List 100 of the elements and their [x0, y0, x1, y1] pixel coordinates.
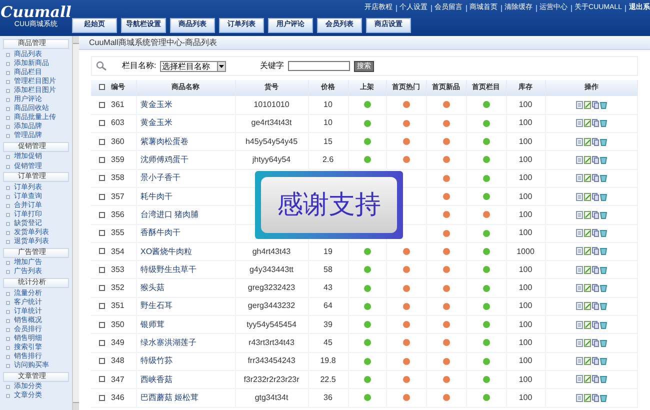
document-icon[interactable] — [576, 394, 583, 402]
copy-icon[interactable] — [592, 357, 599, 366]
product-name-link[interactable]: XO酱烧牛肉粒 — [140, 246, 192, 256]
check-icon[interactable] — [482, 358, 490, 365]
edit-icon[interactable] — [584, 192, 591, 201]
trash-icon[interactable] — [600, 247, 607, 256]
document-icon[interactable] — [576, 138, 583, 146]
edit-icon[interactable] — [584, 320, 591, 329]
check-icon[interactable] — [364, 394, 370, 402]
edit-icon[interactable] — [584, 302, 591, 310]
check-icon[interactable] — [482, 138, 490, 146]
minus-icon[interactable] — [442, 230, 450, 237]
check-icon[interactable] — [482, 266, 490, 274]
edit-icon[interactable] — [584, 119, 591, 128]
checkbox[interactable] — [99, 248, 105, 254]
product-name-link[interactable]: 西峡香菇 — [140, 374, 172, 384]
copy-icon[interactable] — [592, 375, 599, 384]
product-name-link[interactable]: 黄金玉米 — [140, 118, 172, 128]
document-icon[interactable] — [576, 174, 583, 182]
trash-icon[interactable] — [600, 375, 607, 384]
copy-icon[interactable] — [592, 138, 599, 146]
trash-icon[interactable] — [600, 357, 607, 366]
check-icon[interactable] — [482, 339, 490, 346]
edit-icon[interactable] — [584, 156, 591, 164]
checkbox[interactable] — [99, 175, 105, 182]
minus-icon[interactable] — [442, 302, 450, 310]
edit-icon[interactable] — [584, 394, 591, 402]
copy-icon[interactable] — [592, 156, 599, 164]
document-icon[interactable] — [576, 247, 583, 256]
scrollbar[interactable] — [72, 36, 79, 410]
document-icon[interactable] — [576, 210, 583, 219]
minus-icon[interactable] — [402, 101, 410, 108]
minus-icon[interactable] — [402, 339, 410, 346]
checkbox[interactable] — [99, 120, 105, 126]
product-name-link[interactable]: 野生石耳 — [140, 301, 172, 310]
edit-icon[interactable] — [584, 100, 591, 109]
minus-icon[interactable] — [442, 174, 450, 182]
copy-icon[interactable] — [592, 210, 599, 219]
checkbox[interactable] — [99, 285, 105, 291]
edit-icon[interactable] — [584, 138, 591, 146]
copy-icon[interactable] — [592, 100, 599, 109]
product-name-link[interactable]: 沈师傅鸡蛋干 — [140, 155, 188, 164]
copy-icon[interactable] — [592, 338, 599, 347]
product-name-link[interactable]: 特级野生虫草干 — [140, 264, 196, 274]
checkbox[interactable] — [99, 212, 105, 218]
checkbox[interactable] — [99, 230, 105, 236]
minus-icon[interactable] — [442, 321, 450, 328]
document-icon[interactable] — [576, 338, 583, 347]
document-icon[interactable] — [576, 284, 583, 292]
edit-icon[interactable] — [584, 229, 591, 238]
minus-icon[interactable] — [402, 284, 410, 292]
document-icon[interactable] — [576, 156, 583, 164]
checkbox[interactable] — [99, 376, 105, 382]
document-icon[interactable] — [576, 229, 583, 238]
document-icon[interactable] — [576, 357, 583, 366]
minus-icon[interactable] — [442, 120, 450, 127]
minus-icon[interactable] — [442, 248, 450, 255]
check-icon[interactable] — [482, 156, 490, 164]
check-icon[interactable] — [482, 248, 490, 255]
product-name-link[interactable]: 香酥牛肉干 — [140, 228, 180, 238]
copy-icon[interactable] — [592, 119, 599, 128]
document-icon[interactable] — [576, 119, 583, 128]
product-name-link[interactable]: 猴头菇 — [140, 283, 164, 292]
check-icon[interactable] — [482, 302, 490, 310]
copy-icon[interactable] — [592, 320, 599, 329]
trash-icon[interactable] — [600, 302, 607, 310]
check-icon[interactable] — [482, 376, 490, 383]
minus-icon[interactable] — [402, 394, 410, 402]
minus-icon[interactable] — [402, 248, 410, 255]
minus-icon[interactable] — [402, 266, 410, 274]
trash-icon[interactable] — [600, 394, 607, 402]
check-icon[interactable] — [364, 266, 370, 274]
minus-icon[interactable] — [442, 101, 450, 108]
keyword-field[interactable] — [288, 61, 350, 71]
checkbox[interactable] — [99, 394, 105, 401]
check-icon[interactable] — [364, 321, 370, 328]
checkbox[interactable] — [99, 358, 105, 364]
edit-icon[interactable] — [584, 210, 591, 219]
minus-icon[interactable] — [442, 376, 450, 383]
minus-icon[interactable] — [442, 193, 450, 200]
document-icon[interactable] — [576, 192, 583, 201]
edit-icon[interactable] — [584, 338, 591, 347]
minus-icon[interactable] — [402, 120, 410, 127]
minus-icon[interactable] — [402, 321, 410, 328]
check-icon[interactable] — [364, 302, 370, 310]
check-icon[interactable] — [364, 358, 370, 365]
checkbox[interactable] — [99, 194, 105, 200]
checkbox[interactable] — [99, 156, 105, 163]
product-name-link[interactable]: 景小子香干 — [140, 173, 180, 182]
minus-icon[interactable] — [442, 211, 450, 218]
edit-icon[interactable] — [584, 357, 591, 366]
copy-icon[interactable] — [592, 394, 599, 402]
checkbox[interactable] — [99, 84, 105, 90]
document-icon[interactable] — [576, 266, 583, 274]
copy-icon[interactable] — [592, 247, 599, 256]
check-icon[interactable] — [364, 339, 370, 346]
checkbox[interactable] — [99, 266, 105, 273]
trash-icon[interactable] — [600, 100, 607, 109]
minus-icon[interactable] — [442, 156, 450, 164]
edit-icon[interactable] — [584, 247, 591, 256]
